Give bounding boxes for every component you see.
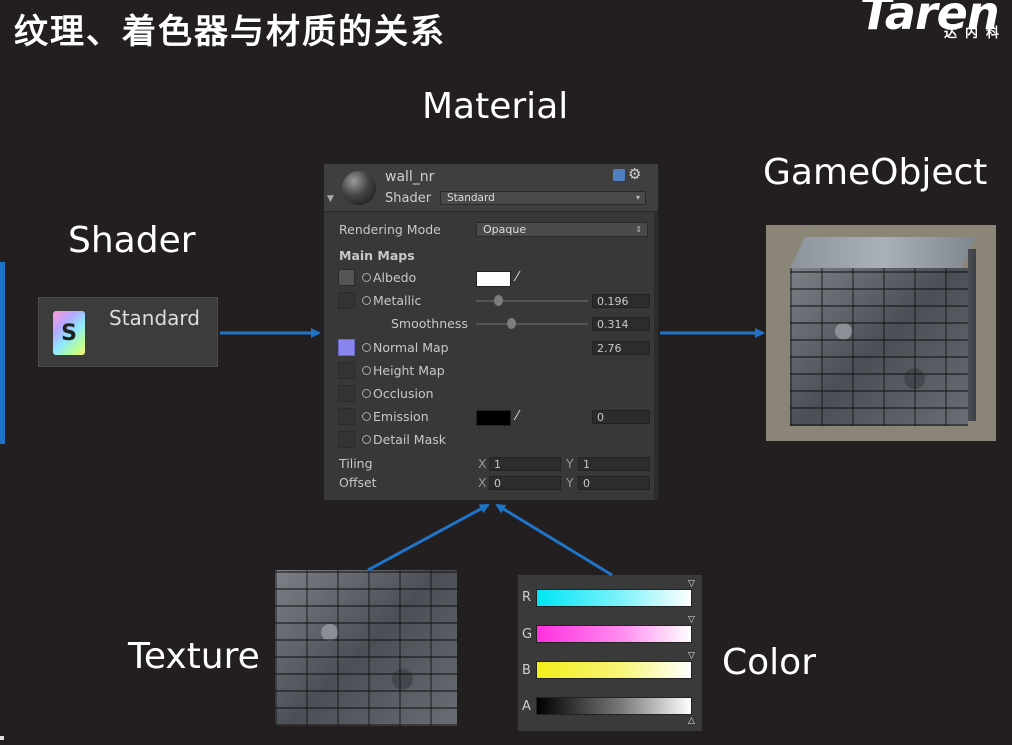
texture-to-material-arrow bbox=[367, 503, 490, 572]
relation-arrows bbox=[220, 328, 765, 577]
color-to-material-arrow bbox=[495, 503, 613, 577]
